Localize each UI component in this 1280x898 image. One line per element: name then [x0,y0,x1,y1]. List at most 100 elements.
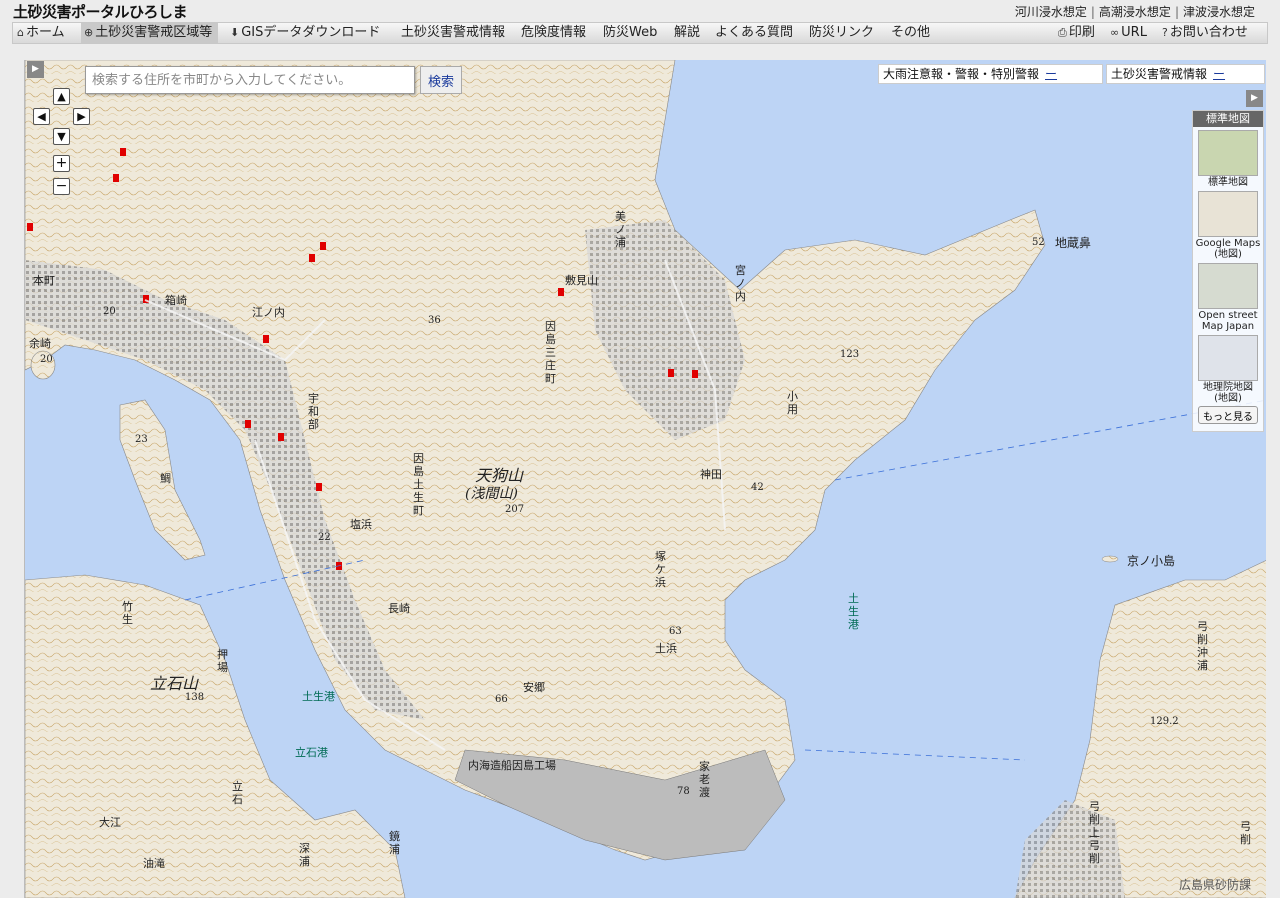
home-icon: ⌂ [17,26,24,39]
map-label-shipyard: 内海造船因島工場 [468,759,556,772]
basemap-thumb-gsi[interactable] [1198,335,1258,381]
nav-contact[interactable]: ? お問い合わせ [1162,23,1248,43]
map-label-yuge-kamiyuge: 弓削上弓削 [1089,800,1100,865]
river-flood-link[interactable]: 河川浸水想定 [1015,5,1087,19]
map-label-tai: 鯛 [160,472,171,485]
map-label-kanda: 神田 [700,468,722,481]
address-search-input[interactable] [85,66,415,94]
elevation-label: 78 [677,786,690,797]
map-label-minoura: 美ノ浦 [615,210,626,249]
title-bar: 土砂災害ポータルひろしま 河川浸水想定 | 高潮浸水想定 | 津波浸水想定 [0,0,1280,21]
search-button[interactable]: 検索 [420,66,462,94]
tsunami-link[interactable]: 津波浸水想定 [1183,5,1255,19]
map-label-habu-port-east: 土生港 [848,592,859,631]
elevation-label: 36 [428,315,441,326]
elevation-label: 52 [1032,237,1045,248]
zoom-in-button[interactable]: + [53,155,70,172]
map-label-minonouchi: 宮ノ内 [735,264,746,303]
map-label-tateishi: 立石 [232,780,243,806]
map-label-koyo: 小用 [787,390,798,416]
pan-up-button[interactable]: ▲ [53,88,70,105]
panel-toggle-left[interactable]: ▶ [27,61,44,78]
map-attribution: 広島県砂防課 [1179,878,1252,892]
print-icon: ⎙ [1058,26,1067,39]
map-label-hakozaki: 箱崎 [165,294,187,307]
elevation-label: 20 [103,306,116,317]
sediment-warning-status[interactable]: 土砂災害警戒情報ー [1106,64,1265,84]
basemap-label-gsi: 地理院地図 (地図) [1203,382,1253,404]
map-label-shiohama: 塩浜 [350,518,372,531]
basemap-selected-label: 標準地図 [1193,111,1263,127]
map-label-takeo: 竹生 [122,600,133,626]
map-label-yuge-okiura: 弓削沖浦 [1197,620,1208,672]
nav-faq[interactable]: よくある質問 [715,23,793,43]
map-label-tateishi-port: 立石港 [295,746,328,759]
map-label-oshiba: 押場 [217,648,228,674]
elevation-label: 22 [318,532,331,543]
map-label-habu-port-west: 土生港 [302,690,335,703]
rain-warning-status[interactable]: 大雨注意報・警報・特別警報ー [878,64,1103,84]
map-label-kyonokojima: 京ノ小島 [1127,554,1176,568]
map-label-honmachi: 本町 [33,274,55,287]
kyonokojima-islet [1101,555,1119,563]
map-label-nagasaki: 長崎 [388,602,410,615]
nav-sediment-zones[interactable]: ⊕ 土砂災害警戒区域等 [81,23,219,43]
nav-print[interactable]: ⎙ 印刷 [1058,23,1095,43]
nav-home[interactable]: ⌂ ホーム [17,23,65,43]
map-label-yuge: 弓削 [1240,820,1251,846]
map-label-uwabe: 宇和部 [308,392,319,431]
main-nav: ⌂ ホーム ⊕ 土砂災害警戒区域等 ⬇ GISデータダウンロード 土砂災害警戒情報 危… [12,22,1268,44]
basemap-label-osm: Open street Map Japan [1198,310,1258,332]
nav-bousai-web[interactable]: 防災Web [603,23,657,43]
basemap-label-standard: 標準地図 [1208,177,1248,188]
map-label-kagamiura: 鏡浦 [389,830,400,856]
map-label-jizobana: 地蔵鼻 [1055,236,1092,250]
nav-explanation[interactable]: 解説 [674,23,700,43]
basemap-thumb-google[interactable] [1198,191,1258,237]
pan-right-button[interactable]: ▶ [73,108,90,125]
hazard-links: 河川浸水想定 | 高潮浸水想定 | 津波浸水想定 [1015,3,1255,20]
map-label-oe: 大江 [99,816,121,829]
elevation-label: 138 [185,692,205,703]
elevation-label: 123 [840,349,860,360]
zoom-out-button[interactable]: − [53,178,70,195]
map-label-innoshima-habu: 因島土生町 [413,452,424,517]
map-label-yozaki: 余崎 [29,337,51,350]
panel-toggle-right[interactable]: ▶ [1246,90,1263,107]
divider: | [1174,5,1179,19]
nav-other[interactable]: その他 [891,23,930,43]
elevation-label: 20 [40,354,53,365]
nav-url[interactable]: ∞ URL [1110,23,1147,43]
storm-surge-link[interactable]: 高潮浸水想定 [1099,5,1171,19]
nav-gis-download[interactable]: ⬇ GISデータダウンロード [230,23,380,43]
map-label-innoshima-mitsunosho: 因島三庄町 [545,320,556,385]
globe-icon: ⊕ [84,26,94,39]
help-icon: ? [1162,26,1168,39]
elevation-label: 42 [751,482,764,493]
map-label-enouchi: 江ノ内 [252,306,285,319]
pan-left-button[interactable]: ◀ [33,108,50,125]
map-label-karoto: 家老渡 [699,760,710,799]
map-canvas [25,60,1266,898]
site-title[interactable]: 土砂災害ポータルひろしま [13,1,188,22]
basemap-thumb-osm[interactable] [1198,263,1258,309]
nav-warning-info[interactable]: 土砂災害警戒情報 [401,23,505,43]
elevation-label: 66 [495,694,508,705]
nav-disaster-links[interactable]: 防災リンク [809,23,874,43]
map-label-tsukagahama: 塚ケ浜 [655,550,666,589]
pan-down-button[interactable]: ▼ [53,128,70,145]
map-label-tsuchihama: 土浜 [655,642,677,655]
basemap-label-google: Google Maps (地図) [1195,238,1261,260]
more-basemaps-button[interactable]: もっと見る [1198,406,1258,424]
map-label-shikimiyama: 敷見山 [565,274,598,287]
download-icon: ⬇ [230,26,240,39]
elevation-label: 129.2 [1150,716,1179,727]
nav-risk-info[interactable]: 危険度情報 [521,23,586,43]
link-icon: ∞ [1110,26,1120,39]
map-label-fukaura: 深浦 [299,842,310,868]
map-label-ango: 安郷 [523,681,545,694]
basemap-thumb-standard[interactable] [1198,130,1258,176]
map-label-tateishi-yama: 立石山 [150,674,199,693]
basemap-selector: 標準地図 標準地図 Google Maps (地図) Open street M… [1192,110,1264,432]
map-view[interactable]: 天狗山 (浅間山) 立石山 京ノ小島 地蔵鼻 土生港 立石港 土生港 内海造船因… [24,60,1266,898]
